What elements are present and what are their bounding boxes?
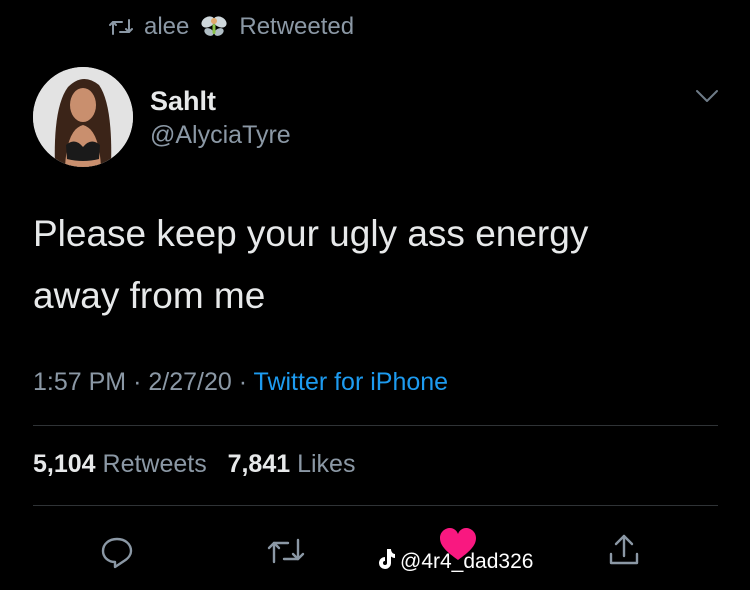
tiktok-logo-icon	[376, 548, 396, 576]
retweets-count: 5,104	[33, 450, 96, 478]
tweet-meta: 1:57 PM · 2/27/20 · Twitter for iPhone	[33, 368, 448, 397]
tweet-text-line-1: Please keep your ugly ass energy	[33, 213, 589, 254]
author-name[interactable]: Sahlt	[150, 86, 216, 117]
divider	[33, 505, 718, 506]
meta-separator: ·	[133, 368, 142, 396]
retweets-label: Retweets	[102, 450, 207, 478]
retweet-banner[interactable]: alee Retweeted	[108, 12, 354, 42]
retweeted-label: Retweeted	[239, 13, 355, 40]
chevron-down-icon[interactable]	[694, 88, 720, 109]
tweet-source[interactable]: Twitter for iPhone	[254, 368, 449, 396]
tweet-text-line-2: away from me	[33, 275, 266, 316]
retweeter-name[interactable]: alee	[144, 13, 189, 41]
meta-separator-2: ·	[238, 368, 248, 396]
likes-count: 7,841	[227, 450, 291, 478]
action-bar	[0, 523, 750, 583]
tweet-stats: 5,104 Retweets 7,841 Likes	[33, 450, 355, 479]
tweet-date[interactable]: 2/27/20	[148, 368, 231, 396]
retweet-action-icon[interactable]	[266, 535, 306, 572]
watermark-text: @4r4_dad326	[400, 550, 534, 573]
share-icon[interactable]	[606, 532, 642, 573]
reply-icon[interactable]	[99, 535, 135, 574]
watermark: @4r4_dad326	[376, 548, 533, 576]
likes-stat[interactable]: 7,841 Likes	[228, 450, 356, 478]
author-handle[interactable]: @AlyciaTyre	[150, 121, 291, 150]
avatar[interactable]	[33, 67, 133, 167]
retweet-icon	[108, 17, 134, 37]
fairy-emoji-icon	[199, 12, 229, 42]
tweet-text: Please keep your ugly ass energy away fr…	[33, 203, 713, 327]
likes-label: Likes	[297, 450, 356, 478]
retweets-stat[interactable]: 5,104 Retweets	[33, 450, 207, 478]
divider	[33, 425, 718, 426]
tweet-time[interactable]: 1:57 PM	[33, 368, 126, 396]
